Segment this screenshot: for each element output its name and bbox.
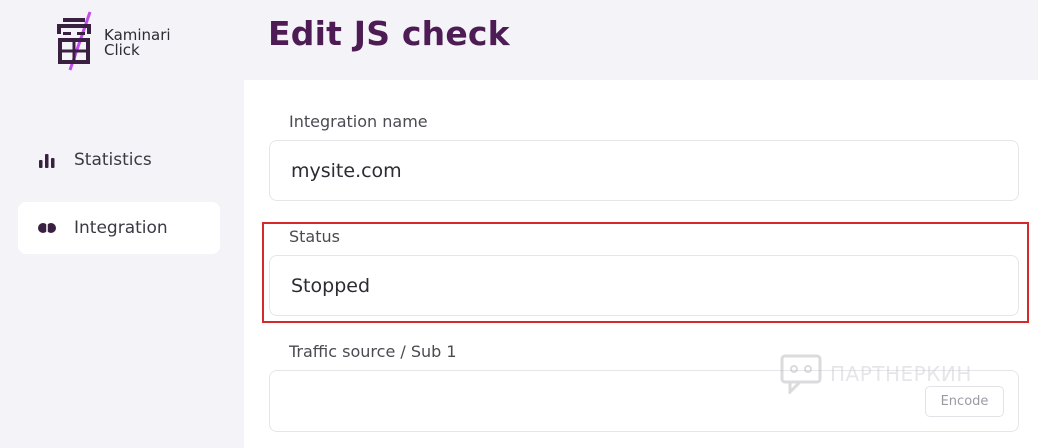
brand-name: Kaminari Click — [104, 28, 171, 58]
bar-chart-icon — [38, 152, 56, 168]
page-title: Edit JS check — [268, 14, 510, 53]
status-select[interactable]: Stopped — [269, 255, 1019, 316]
traffic-source-label: Traffic source / Sub 1 — [289, 342, 457, 361]
integration-name-value: mysite.com — [291, 159, 402, 182]
link-icon — [38, 220, 56, 236]
brand-logo[interactable]: Kaminari Click — [50, 8, 190, 78]
kaminari-logo-icon — [57, 11, 92, 71]
sidebar-item-statistics[interactable]: Statistics — [18, 134, 220, 186]
chat-bubble-icon — [780, 354, 822, 394]
sidebar-item-label: Integration — [74, 218, 168, 238]
sidebar-item-integration[interactable]: Integration — [18, 202, 220, 254]
watermark-text: ПАРТНЕРКИН — [830, 362, 972, 386]
status-value: Stopped — [291, 274, 371, 297]
sidebar-item-label: Statistics — [74, 150, 152, 170]
brand-name-line2: Click — [104, 41, 140, 59]
integration-name-label: Integration name — [289, 112, 428, 131]
integration-name-input[interactable]: mysite.com — [269, 140, 1019, 201]
status-label: Status — [289, 227, 340, 246]
watermark: ПАРТНЕРКИН — [780, 353, 972, 395]
